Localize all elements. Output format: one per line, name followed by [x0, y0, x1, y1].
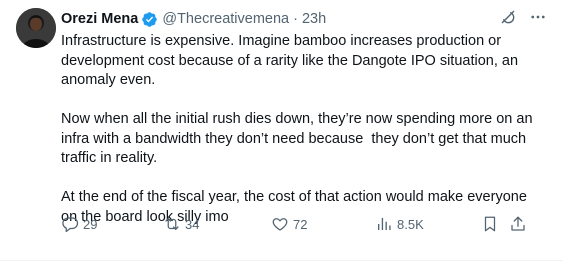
views-button[interactable]: 8.5K [375, 215, 424, 233]
timestamp[interactable]: 23h [302, 11, 326, 27]
tweet-header: Orezi Mena @Thecreativemena · 23h [61, 8, 547, 30]
views-count: 8.5K [397, 216, 424, 232]
more-icon[interactable] [529, 8, 547, 31]
text-line: Now when all the initial rush dies down,… [61, 111, 533, 127]
text-line: development cost because of a rarity lik… [61, 52, 519, 69]
text-line: traffic in reality. [61, 150, 158, 166]
share-button[interactable] [509, 215, 527, 233]
repost-icon [165, 218, 179, 230]
grok-icon[interactable] [499, 8, 517, 31]
like-count: 72 [293, 216, 308, 232]
author-name[interactable]: Orezi Mena [61, 11, 138, 27]
separator-dot: · [293, 11, 298, 27]
like-icon [272, 218, 288, 231]
reply-count: 29 [83, 216, 98, 232]
avatar[interactable] [16, 8, 56, 48]
text-line: infra with a bandwidth they don’t need b… [61, 130, 527, 147]
text-line: anomaly even. [61, 72, 156, 88]
tweet-text: Infrastructure is expensive. Imagine bam… [61, 32, 547, 227]
reply-button[interactable]: 29 [61, 215, 97, 233]
views-icon [378, 218, 391, 230]
share-icon [511, 216, 525, 231]
bookmark-button[interactable] [481, 215, 499, 233]
repost-button[interactable]: 34 [163, 215, 199, 233]
author-handle[interactable]: @Thecreativemena [162, 11, 289, 27]
like-button[interactable]: 72 [271, 215, 307, 233]
tweet-paragraph: Infrastructure is expensive. Imagine bam… [61, 32, 547, 91]
verified-badge-icon [142, 11, 158, 27]
tweet[interactable]: Orezi Mena @Thecreativemena · 23h Infras… [0, 0, 563, 261]
text-line: At the end of the fiscal year, the cost … [61, 189, 527, 205]
bookmark-icon [484, 216, 496, 232]
reply-icon [62, 217, 79, 233]
text-line: Infrastructure is expensive. Imagine bam… [61, 33, 502, 49]
tweet-paragraph: Now when all the initial rush dies down,… [61, 110, 547, 169]
header-actions [499, 8, 547, 30]
repost-count: 34 [185, 216, 200, 232]
tweet-actions: 29 34 72 8.5K [61, 214, 541, 234]
tweet-content: Orezi Mena @Thecreativemena · 23h Infras… [61, 8, 547, 227]
